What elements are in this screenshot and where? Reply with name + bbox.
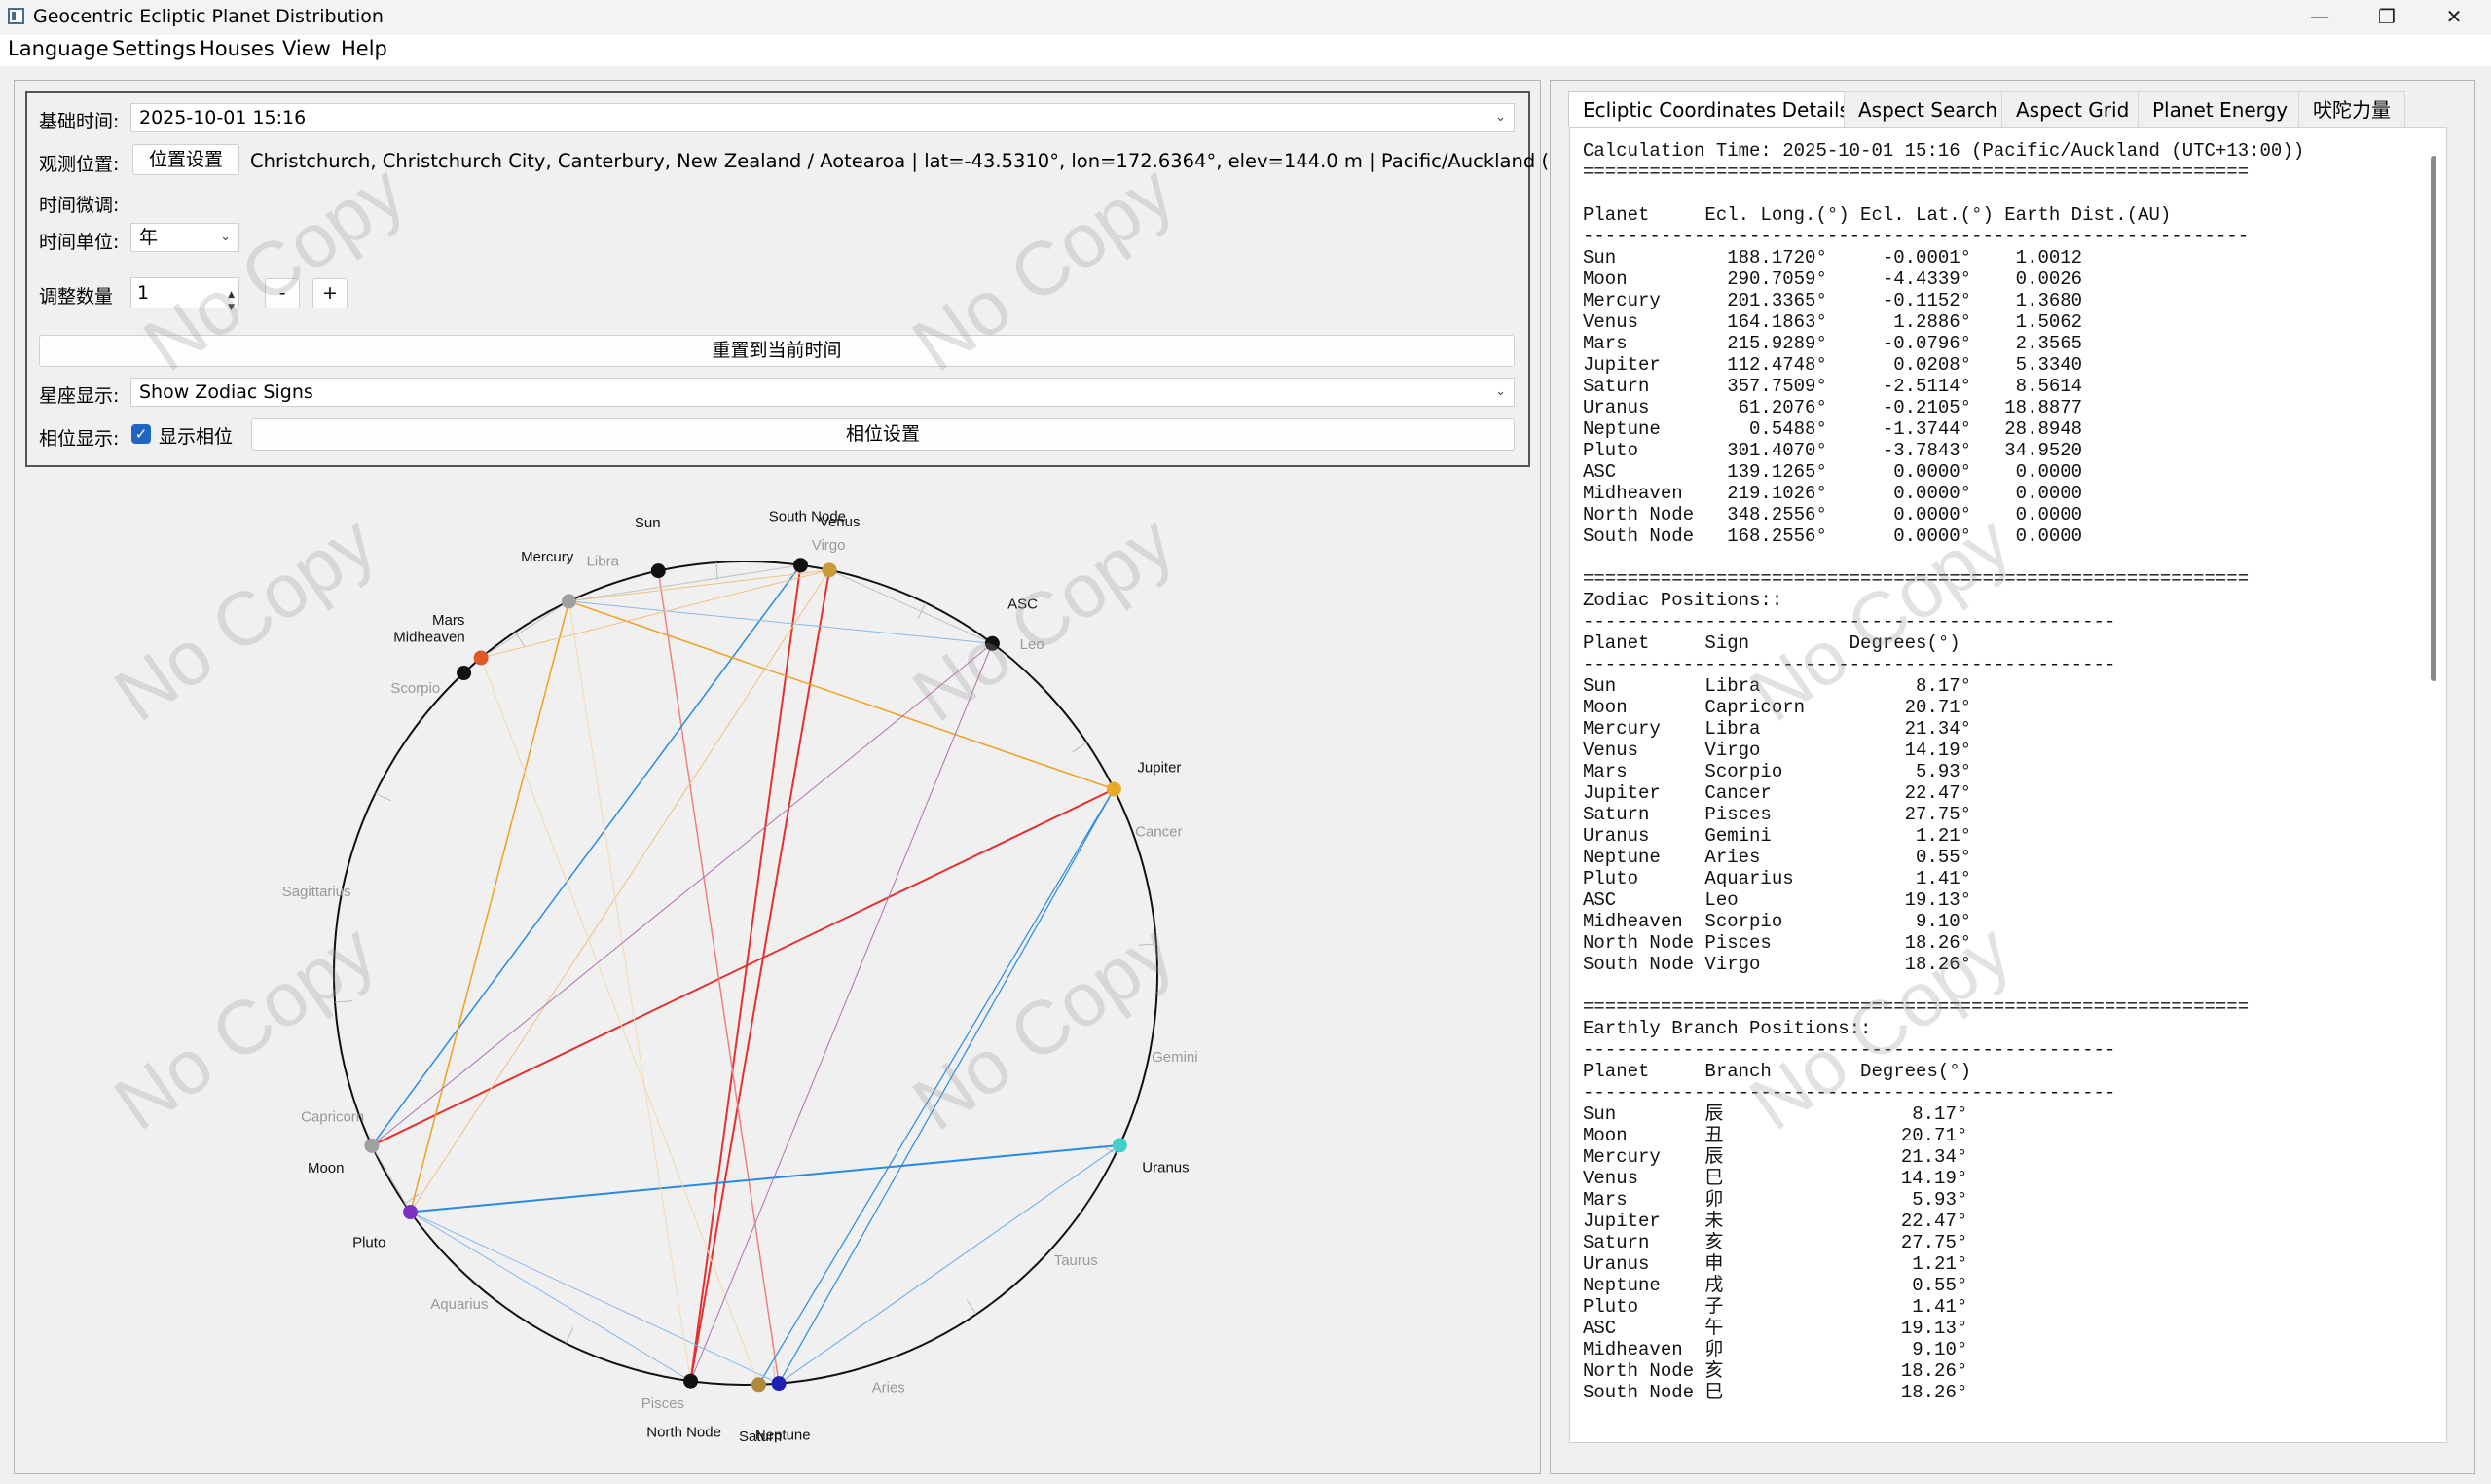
- sign-boundary-tick: [514, 632, 526, 647]
- planet-label: Jupiter: [1137, 760, 1181, 777]
- planet-label: North Node: [646, 1425, 721, 1441]
- planet-label: Pluto: [352, 1235, 385, 1251]
- aspect-line: [568, 600, 993, 644]
- sign-label: Taurus: [1054, 1252, 1098, 1269]
- sign-boundary-tick: [966, 1299, 977, 1315]
- close-button[interactable]: ✕: [2423, 0, 2485, 35]
- planet-marker: [771, 1376, 787, 1392]
- planet-marker: [1106, 781, 1121, 797]
- sign-label: Virgo: [812, 537, 846, 554]
- sign-label: Capricorn: [301, 1109, 364, 1126]
- planet-label: Mercury: [521, 549, 574, 565]
- aspect-line: [757, 788, 1115, 1386]
- aspect-line: [568, 600, 1115, 790]
- planet-marker: [403, 1205, 419, 1220]
- sign-boundary-tick: [375, 792, 391, 802]
- aspect-line: [689, 564, 802, 1382]
- planet-label: Mars: [432, 612, 464, 629]
- planet-marker: [457, 666, 472, 681]
- sign-boundary-tick: [715, 562, 718, 581]
- sign-boundary-tick: [1138, 943, 1156, 946]
- sign-label: Libra: [587, 554, 620, 570]
- scrollbar[interactable]: [2431, 156, 2436, 681]
- maximize-button[interactable]: ❐: [2356, 0, 2418, 35]
- planet-marker: [473, 650, 489, 666]
- aspect-line: [371, 788, 1115, 1147]
- aspect-line: [371, 1145, 411, 1213]
- planet-marker: [984, 635, 1000, 651]
- planet-marker: [822, 562, 837, 578]
- aspect-line: [480, 657, 759, 1385]
- planet-marker: [650, 563, 666, 579]
- planet-label: ASC: [1007, 597, 1038, 613]
- tab-aspect-search[interactable]: Aspect Search: [1844, 91, 2013, 127]
- aspect-line: [371, 642, 993, 1146]
- tab-aspect-grid[interactable]: Aspect Grid: [2001, 91, 2144, 127]
- sign-label: Cancer: [1135, 823, 1182, 840]
- planet-label: South Node: [769, 508, 846, 525]
- planet-marker: [561, 594, 576, 609]
- sign-label: Leo: [1020, 636, 1044, 653]
- sign-boundary-tick: [335, 1000, 353, 1003]
- sign-label: Pisces: [641, 1395, 684, 1412]
- tab-planet-energy[interactable]: Planet Energy: [2138, 91, 2303, 127]
- planet-marker: [1112, 1138, 1127, 1153]
- planet-label: Uranus: [1142, 1160, 1189, 1176]
- aspect-line: [690, 643, 993, 1382]
- minimize-button[interactable]: —: [2289, 0, 2351, 35]
- planet-marker: [364, 1138, 380, 1153]
- ecliptic-chart: Aries Taurus Gemini Cancer Leo Virgo Libra Scor…: [282, 508, 1198, 1445]
- planet-label: Midheaven: [393, 630, 464, 646]
- aspect-line: [480, 569, 830, 659]
- sign-label: Sagittarius: [282, 884, 351, 900]
- sign-label: Aquarius: [430, 1296, 488, 1313]
- aspect-line: [371, 564, 802, 1146]
- planet-marker: [683, 1373, 699, 1389]
- aspect-line: [568, 564, 801, 602]
- aspect-line: [828, 569, 993, 644]
- sign-label: Gemini: [1152, 1049, 1198, 1066]
- planet-marker: [751, 1377, 766, 1393]
- sign-label: Aries: [872, 1379, 905, 1395]
- details-text: Calculation Time: 2025-10-01 15:16 (Paci…: [1583, 140, 2305, 1403]
- planet-label: Sun: [635, 515, 661, 531]
- planet-label: Neptune: [755, 1427, 811, 1443]
- planet-label: Moon: [308, 1160, 345, 1176]
- aspect-line: [568, 600, 692, 1382]
- planet-marker: [792, 558, 808, 573]
- sign-boundary-tick: [1072, 742, 1087, 753]
- tab-ecliptic-details[interactable]: Ecliptic Coordinates Details: [1568, 91, 1864, 127]
- aspect-line: [410, 1143, 1120, 1213]
- aspect-line: [778, 788, 1115, 1384]
- tab-vedic-strength[interactable]: 吠陀力量: [2298, 91, 2405, 127]
- sign-boundary-tick: [565, 1327, 574, 1344]
- aspect-line: [410, 569, 830, 1213]
- sign-label: Scorpio: [390, 680, 440, 697]
